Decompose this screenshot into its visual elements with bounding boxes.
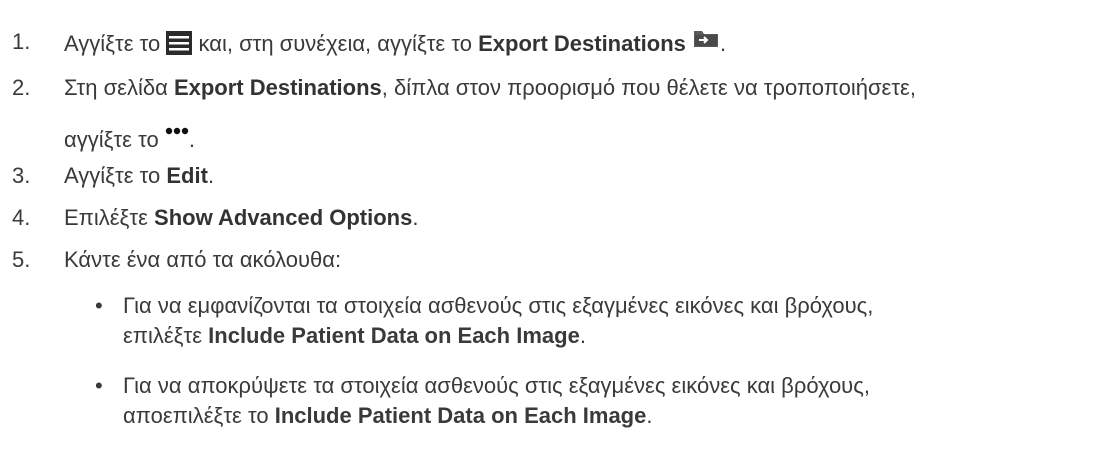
step-text-part: Επιλέξτε (64, 205, 148, 230)
step-text: Κάντε ένα από τα ακόλουθα: (64, 247, 342, 272)
bullet-text-part: αποεπιλέξτε το (123, 403, 269, 428)
step-number: 1. (12, 29, 31, 54)
menu-icon (166, 31, 193, 64)
export-destinations-icon (692, 26, 720, 58)
step-text: Επιλέξτε Show Advanced Options. (64, 202, 418, 234)
step-number: 3. (12, 163, 31, 188)
bullet-text: Για να εμφανίζονται τα στοιχεία ασθενούς… (123, 293, 874, 318)
step-text-part: . (412, 205, 419, 230)
bullet-text-part: . (646, 403, 653, 428)
step-text-part: , δίπλα στον προορισμό που θέλετε να τρο… (381, 75, 916, 100)
bullet-dot: • (95, 373, 103, 398)
bullet-dot: • (95, 293, 103, 318)
step-number: 5. (12, 247, 31, 272)
step-text: Στη σελίδα Export Destinations, δίπλα στ… (64, 72, 916, 104)
step-text: Αγγίξτε το Edit. (64, 160, 214, 192)
bullet-text-part: . (579, 323, 586, 348)
step-number: 2. (12, 75, 31, 100)
bullet-bold-term: Include Patient Data on Each Image (208, 323, 580, 348)
bullet-text: αποεπιλέξτε το Include Patient Data on E… (123, 400, 652, 432)
step-text-part: και, στη συνέχεια, αγγίξτε το (198, 31, 472, 56)
step-number: 4. (12, 205, 31, 230)
step-text: αγγίξτε το . (64, 112, 195, 156)
step-bold-term: Show Advanced Options (154, 205, 413, 230)
more-options-icon (165, 112, 189, 144)
bullet-text-part: επιλέξτε (123, 323, 203, 348)
step-text-part: Αγγίξτε το (64, 31, 161, 56)
step-text-part: Στη σελίδα (64, 75, 168, 100)
step-bold-term: Export Destinations (173, 75, 382, 100)
bullet-text: Για να αποκρύψετε τα στοιχεία ασθενούς σ… (123, 373, 870, 398)
step-bold-term: Edit (166, 163, 208, 188)
step-text-part: . (207, 163, 215, 188)
step-text-part: . (720, 31, 727, 56)
bullet-text: επιλέξτε Include Patient Data on Each Im… (123, 320, 586, 352)
step-text-part: . (188, 127, 195, 152)
bullet-bold-term: Include Patient Data on Each Image (274, 403, 647, 428)
step-text-part: αγγίξτε το (64, 127, 159, 152)
instructions-document: 1. Αγγίξτε το και, στη συνέχεια, αγγίξτε… (0, 0, 1111, 458)
step-text: Αγγίξτε το και, στη συνέχεια, αγγίξτε το… (64, 26, 726, 64)
step-bold-term: Export Destinations (478, 31, 686, 56)
step-text-part: Αγγίξτε το (64, 163, 161, 188)
